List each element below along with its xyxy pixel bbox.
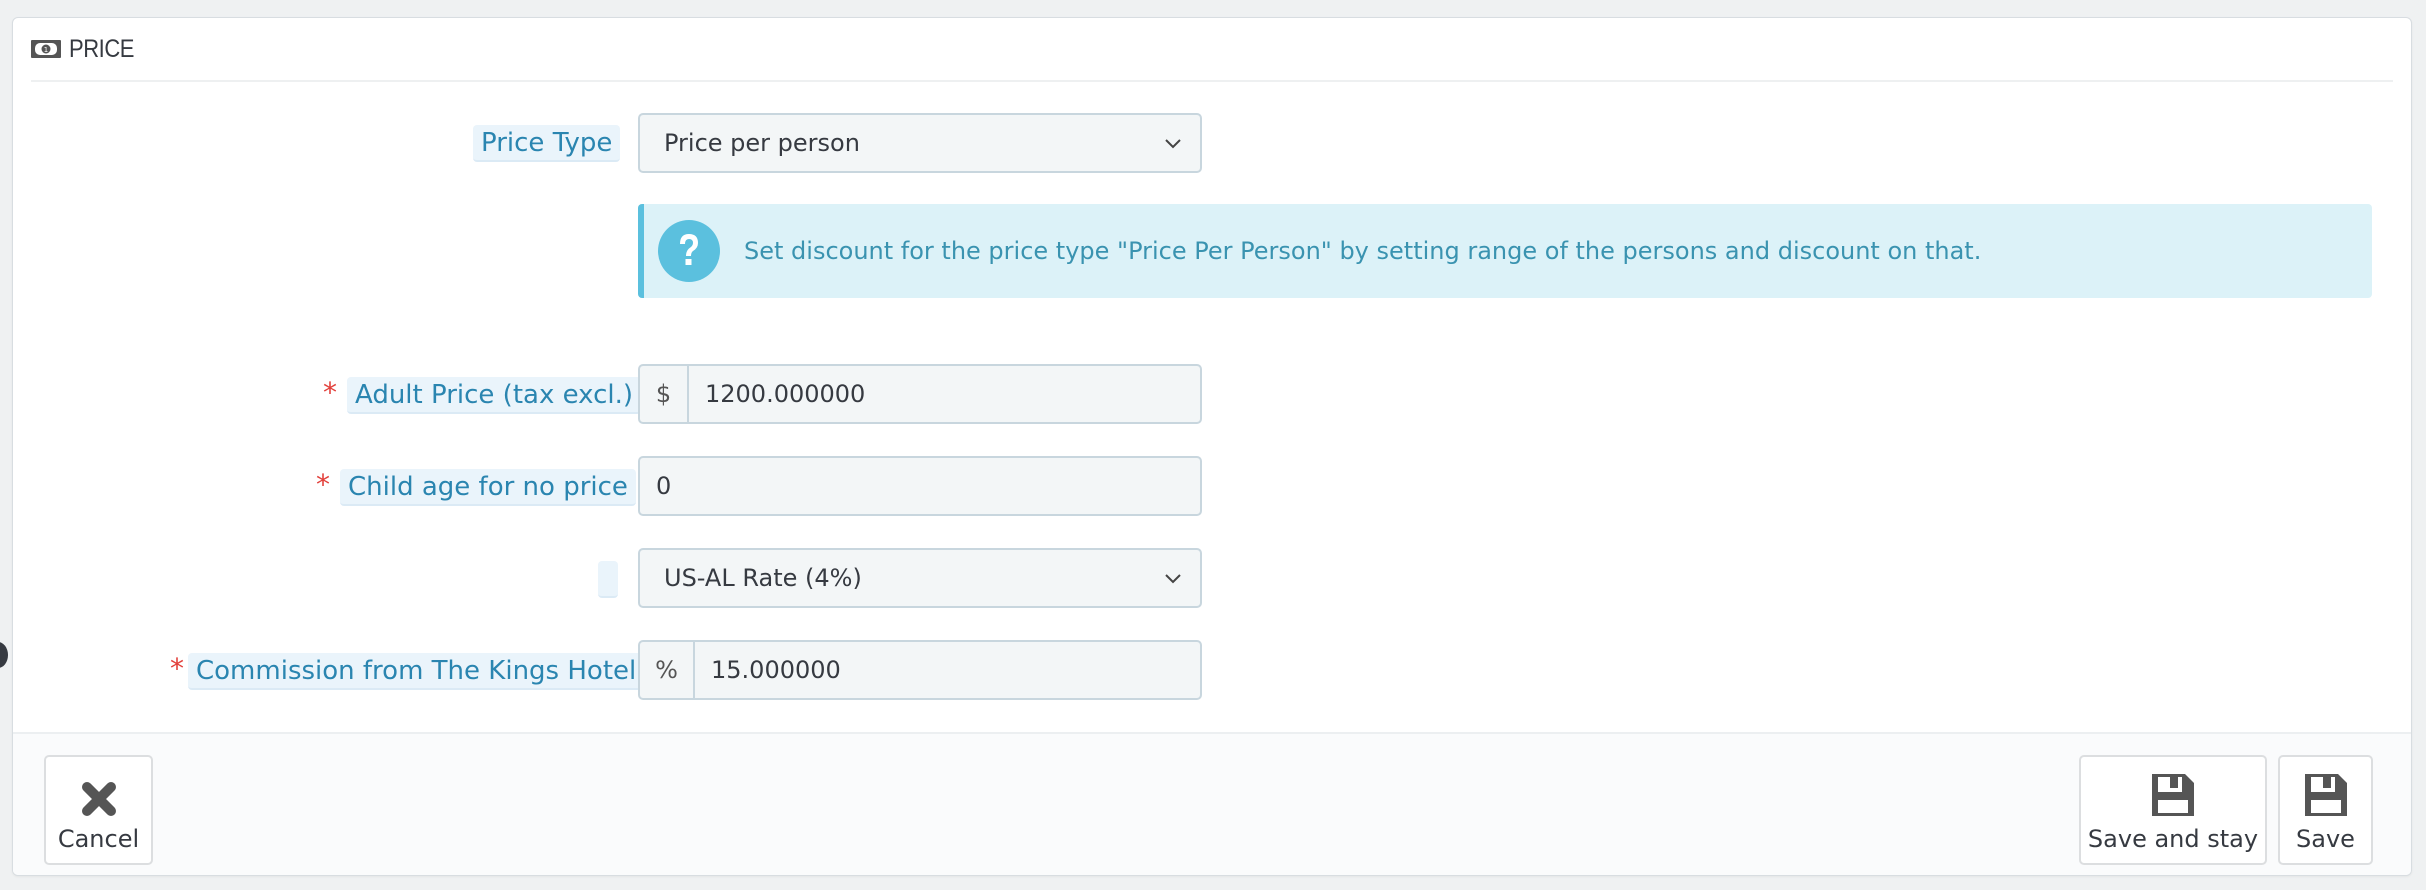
svg-text:1: 1	[44, 46, 48, 54]
child-age-label: Child age for no price	[340, 469, 636, 506]
close-icon	[81, 782, 116, 816]
money-bill-icon: 1	[31, 40, 61, 58]
tax-rule-value: US-AL Rate (4%)	[664, 564, 862, 592]
info-text: Set discount for the price type "Price P…	[744, 237, 1982, 265]
child-age-value: 0	[656, 472, 672, 500]
adult-price-input[interactable]: 1200.000000	[689, 380, 1200, 408]
info-alert: Set discount for the price type "Price P…	[638, 204, 2372, 298]
adult-price-input-group: $ 1200.000000	[638, 364, 1202, 424]
panel-header: 1 PRICE	[31, 18, 2393, 82]
required-marker: *	[170, 652, 184, 685]
percent-addon: %	[640, 642, 695, 698]
required-marker: *	[323, 376, 337, 409]
chevron-down-icon	[1165, 139, 1181, 149]
child-age-input[interactable]: 0	[638, 456, 1202, 516]
currency-addon: $	[640, 366, 689, 422]
tax-rule-label	[598, 561, 618, 598]
price-panel: 1 PRICE Price Type Price per person Set …	[12, 17, 2412, 876]
save-and-stay-button[interactable]: Save and stay	[2079, 755, 2267, 865]
save-and-stay-label: Save and stay	[2087, 825, 2259, 853]
cancel-label: Cancel	[57, 825, 140, 853]
side-toggle-handle[interactable]	[0, 642, 8, 668]
cancel-button[interactable]: Cancel	[44, 755, 153, 865]
save-label: Save	[2296, 825, 2355, 853]
tax-rule-select[interactable]: US-AL Rate (4%)	[638, 548, 1202, 608]
price-type-label: Price Type	[473, 125, 621, 162]
price-type-select[interactable]: Price per person	[638, 113, 1202, 173]
question-circle-icon	[658, 220, 720, 282]
panel-title: PRICE	[69, 34, 135, 63]
commission-label: Commission from The Kings Hotel	[188, 653, 645, 690]
required-marker: *	[316, 468, 330, 501]
save-button[interactable]: Save	[2278, 755, 2373, 865]
commission-input-group: % 15.000000	[638, 640, 1202, 700]
commission-input[interactable]: 15.000000	[695, 656, 1200, 684]
adult-price-label: Adult Price (tax excl.)	[347, 377, 642, 414]
floppy-disk-icon	[2304, 774, 2347, 816]
panel-footer: Cancel Save and stay Save	[13, 732, 2411, 875]
floppy-disk-icon	[2152, 774, 2194, 816]
price-type-value: Price per person	[664, 129, 860, 157]
chevron-down-icon	[1165, 574, 1181, 584]
